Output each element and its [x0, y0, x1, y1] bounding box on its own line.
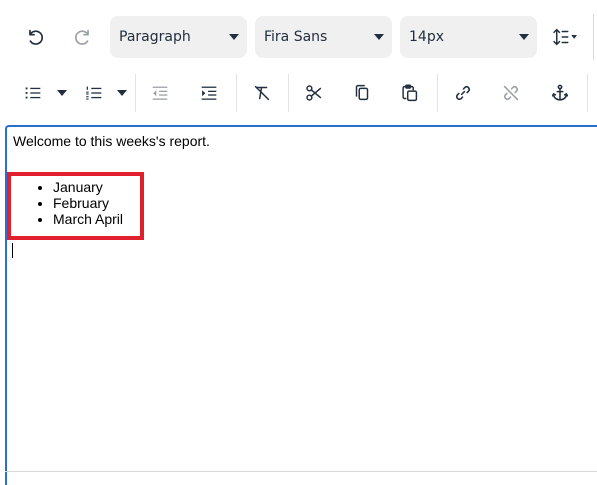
font-family-select[interactable]: Fira Sans — [255, 16, 392, 58]
month-bullet-list: January February March April — [13, 179, 593, 227]
block-format-value: Paragraph — [119, 29, 191, 45]
unlink-icon — [503, 85, 519, 101]
copy-button[interactable] — [345, 76, 379, 110]
anchor-icon — [551, 84, 569, 101]
cut-icon — [306, 85, 322, 101]
editor-body[interactable]: Welcome to this weeks's report. January … — [13, 133, 593, 227]
anchor-button[interactable] — [543, 76, 577, 110]
toolbar-divider — [288, 74, 289, 112]
font-family-value: Fira Sans — [264, 29, 328, 45]
unlink-button[interactable] — [494, 76, 528, 110]
list-item: February — [53, 195, 593, 211]
text-cursor — [12, 243, 13, 258]
line-height-button[interactable] — [544, 20, 586, 54]
toolbar-row-primary: Paragraph Fira Sans 14px — [0, 14, 597, 60]
indent-button[interactable] — [192, 76, 226, 110]
redo-icon — [74, 29, 89, 45]
bullet-list-icon — [25, 87, 41, 99]
toolbar-row-secondary — [0, 70, 597, 116]
paste-button[interactable] — [393, 76, 427, 110]
outdent-button[interactable] — [143, 76, 177, 110]
line-height-icon — [553, 28, 577, 46]
toolbar-divider — [236, 74, 237, 112]
clear-formatting-icon — [254, 85, 270, 101]
editor-content-area[interactable]: Welcome to this weeks's report. January … — [5, 125, 597, 485]
link-icon — [456, 86, 470, 100]
link-button[interactable] — [446, 76, 480, 110]
list-item: March April — [53, 211, 593, 227]
paste-icon — [402, 84, 418, 102]
numbered-list-icon — [86, 86, 102, 100]
list-item: January — [53, 179, 593, 195]
clear-formatting-button[interactable] — [245, 76, 279, 110]
numbered-list-options-chevron-icon[interactable] — [117, 90, 127, 96]
editor-bottom-border — [5, 471, 597, 472]
bullet-list-options-chevron-icon[interactable] — [57, 90, 67, 96]
cut-button[interactable] — [297, 76, 331, 110]
chevron-down-icon — [519, 34, 529, 40]
chevron-down-icon — [229, 34, 239, 40]
font-size-value: 14px — [409, 29, 444, 45]
copy-icon — [355, 84, 369, 101]
outdent-icon — [152, 86, 168, 100]
block-format-select[interactable]: Paragraph — [110, 16, 247, 58]
undo-button[interactable] — [18, 20, 52, 54]
bullet-list-button[interactable] — [16, 76, 50, 110]
font-size-select[interactable]: 14px — [400, 16, 537, 58]
toolbar-divider — [587, 74, 588, 112]
redo-button[interactable] — [66, 20, 100, 54]
numbered-list-button[interactable] — [77, 76, 111, 110]
indent-icon — [201, 86, 217, 100]
undo-icon — [29, 29, 44, 45]
toolbar-divider — [135, 74, 136, 112]
chevron-down-icon — [374, 34, 384, 40]
toolbar-divider — [437, 74, 438, 112]
toolbar-overflow-edge — [593, 14, 597, 60]
intro-paragraph: Welcome to this weeks's report. — [13, 133, 210, 149]
